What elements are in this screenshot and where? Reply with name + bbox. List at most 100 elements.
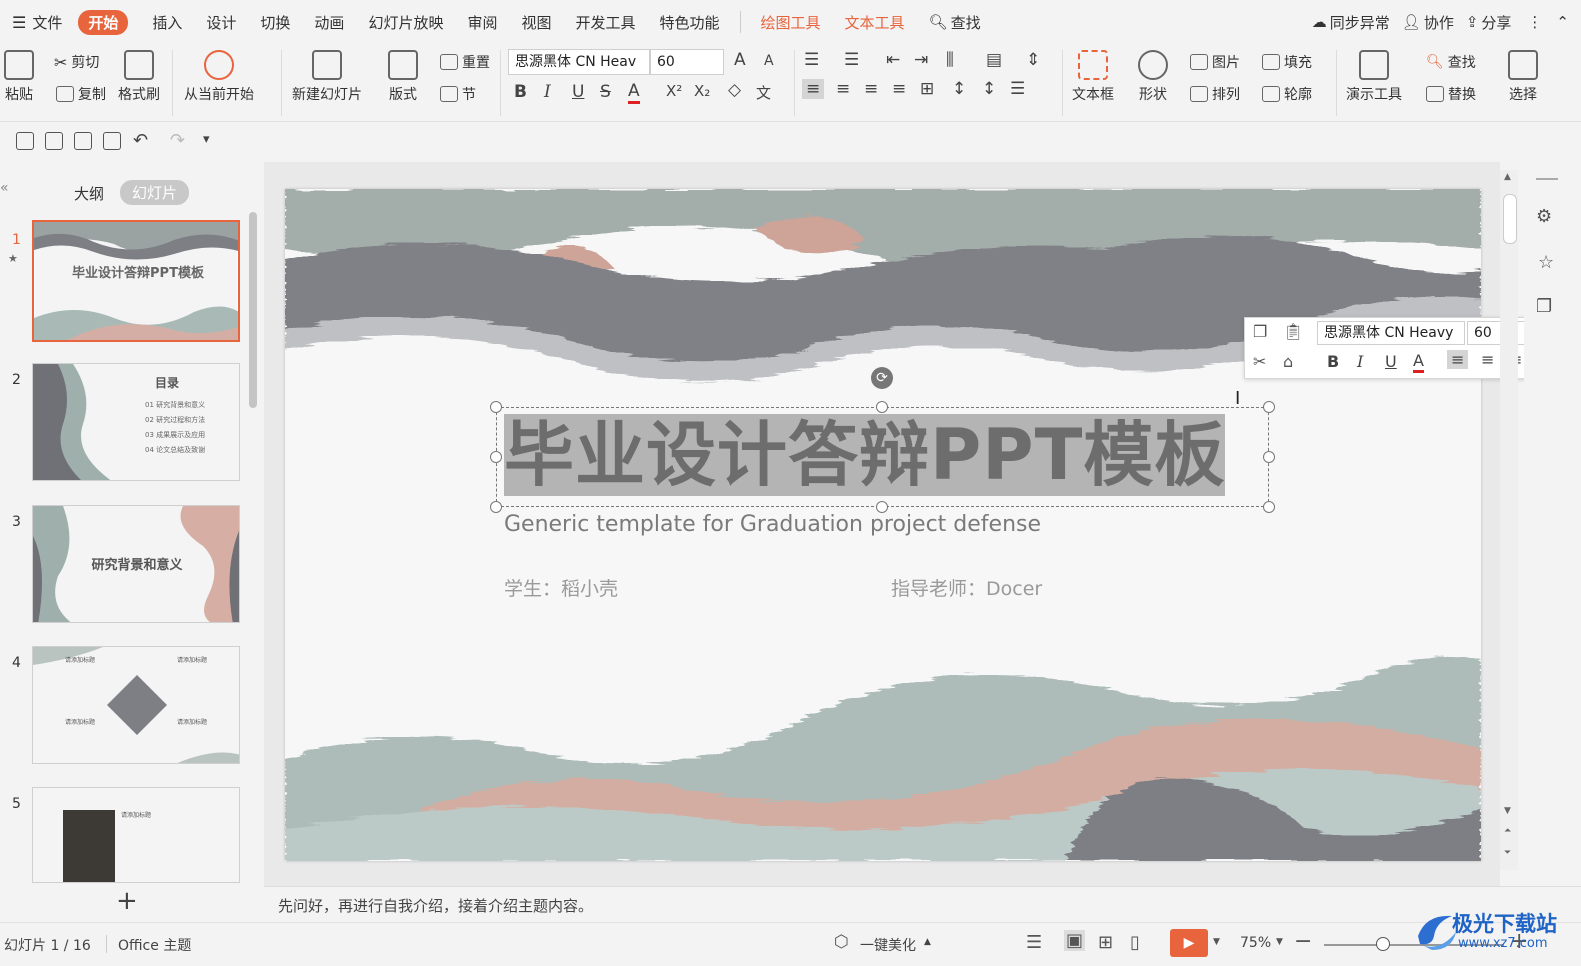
- tab-text-tools[interactable]: 文本工具: [833, 0, 917, 44]
- reset-button[interactable]: 重置: [440, 52, 490, 72]
- format-painter-icon[interactable]: ⌂: [1283, 352, 1293, 371]
- copy-button[interactable]: 复制: [56, 84, 106, 104]
- vertical-align-icon[interactable]: ⇕: [1026, 50, 1040, 70]
- notes-text[interactable]: 先问好，再进行自我介绍，接着介绍主题内容。: [278, 897, 593, 915]
- canvas-scrollbar-track[interactable]: [1500, 170, 1518, 870]
- more-options-button[interactable]: ⋮: [1517, 0, 1552, 44]
- shape-button[interactable]: 形状: [1138, 50, 1168, 104]
- pin-icon[interactable]: ☆: [1538, 252, 1554, 273]
- tab-home[interactable]: 开始: [66, 0, 140, 44]
- tab-slides[interactable]: 幻灯片: [120, 180, 190, 205]
- collab-button[interactable]: 👤︎ 协作: [1396, 0, 1460, 44]
- justify-icon[interactable]: ≡: [892, 79, 906, 99]
- hamburger-menu-button[interactable]: ☰ 文件: [0, 0, 66, 44]
- theme-name[interactable]: Office 主题: [118, 935, 191, 955]
- align-left-icon[interactable]: ≡: [1447, 350, 1469, 369]
- tab-transition[interactable]: 切换: [248, 0, 302, 44]
- paste-button[interactable]: 粘贴: [4, 50, 34, 104]
- para-spacing-icon[interactable]: ↕: [982, 79, 996, 99]
- font-name-select[interactable]: 思源黑体 CN Heav: [508, 49, 650, 75]
- canvas-scrollbar-thumb[interactable]: [1503, 194, 1517, 244]
- tab-animation[interactable]: 动画: [302, 0, 356, 44]
- normal-view-icon[interactable]: ▣: [1064, 930, 1086, 951]
- tab-insert[interactable]: 插入: [140, 0, 194, 44]
- slide-thumbnail-1[interactable]: 毕业设计答辩PPT模板: [32, 220, 240, 342]
- tab-drawing-tools[interactable]: 绘图工具: [749, 0, 833, 44]
- select-button[interactable]: 选择: [1508, 50, 1538, 104]
- zoom-level[interactable]: 75%: [1240, 935, 1271, 951]
- tab-developer[interactable]: 开发工具: [563, 0, 647, 44]
- present-tools-button[interactable]: 演示工具: [1346, 50, 1402, 104]
- zoom-dropdown-icon[interactable]: ▼: [1276, 937, 1283, 947]
- textbox-button[interactable]: 文本框: [1072, 50, 1114, 104]
- phonetic-icon[interactable]: 文: [756, 82, 771, 103]
- next-page-icon[interactable]: ⏷: [1504, 848, 1511, 858]
- picture-button[interactable]: 图片: [1190, 52, 1240, 72]
- customize-qat-icon[interactable]: ▾: [203, 132, 210, 147]
- add-slide-button[interactable]: +: [116, 886, 138, 916]
- slide-thumbnail-3[interactable]: 研究背景和意义: [32, 505, 240, 623]
- align-center-icon[interactable]: ≡: [1481, 350, 1494, 369]
- superscript-icon[interactable]: X²: [666, 82, 682, 100]
- slide-thumbnail-2[interactable]: 目录 01 研究背景和意义 02 研究过程和方法 03 成果展示及应用 04 论…: [32, 363, 240, 481]
- resize-handle[interactable]: [490, 501, 502, 513]
- tab-features[interactable]: 特色功能: [648, 0, 732, 44]
- reading-view-icon[interactable]: ▯: [1130, 932, 1140, 953]
- scroll-down-icon[interactable]: ▼: [1504, 806, 1511, 816]
- tab-review[interactable]: 审阅: [455, 0, 509, 44]
- redo-icon[interactable]: ↷: [170, 130, 185, 151]
- bullet-list-icon[interactable]: ☰: [804, 50, 819, 70]
- align-left-icon[interactable]: ≡: [802, 79, 825, 99]
- notes-pane[interactable]: 先问好，再进行自我介绍，接着介绍主题内容。: [264, 886, 1581, 922]
- clear-format-icon[interactable]: ◇: [728, 80, 741, 100]
- bold-icon[interactable]: B: [514, 82, 527, 102]
- resize-handle[interactable]: [1263, 501, 1275, 513]
- share-button[interactable]: ⇪ 分享: [1460, 0, 1518, 44]
- rotate-handle-icon[interactable]: ⟳: [871, 367, 893, 389]
- slide-advisor[interactable]: 指导老师：Docer: [891, 574, 1042, 601]
- bold-icon[interactable]: B: [1327, 352, 1339, 371]
- print-icon[interactable]: [74, 132, 92, 150]
- play-slideshow-button[interactable]: ▶: [1170, 929, 1208, 957]
- layout-button[interactable]: 版式: [388, 50, 418, 104]
- find-button[interactable]: 🔍︎ 查找: [1426, 52, 1476, 72]
- strikethrough-icon[interactable]: S: [600, 82, 611, 102]
- subscript-icon[interactable]: X₂: [694, 82, 710, 100]
- copy-icon[interactable]: ❐: [1253, 322, 1267, 341]
- zoom-slider-thumb[interactable]: [1376, 937, 1390, 951]
- distribute-icon[interactable]: ⊞: [920, 79, 934, 99]
- decrease-indent-icon[interactable]: ⇤: [886, 50, 900, 70]
- new-slide-button[interactable]: 新建幻灯片: [292, 50, 362, 104]
- italic-icon[interactable]: I: [1357, 352, 1363, 371]
- tab-design[interactable]: 设计: [194, 0, 248, 44]
- slide-subtitle[interactable]: Generic template for Graduation project …: [504, 512, 1041, 537]
- beautify-button[interactable]: 一键美化: [860, 935, 916, 955]
- numbered-list-icon[interactable]: ☰: [844, 50, 859, 70]
- slideshow-options-icon[interactable]: ▼: [1213, 937, 1220, 947]
- increase-font-icon[interactable]: A: [734, 50, 746, 70]
- italic-icon[interactable]: I: [544, 82, 551, 102]
- section-button[interactable]: 节: [440, 84, 476, 104]
- notes-toggle-icon[interactable]: ☰: [1026, 932, 1042, 953]
- export-icon[interactable]: [45, 132, 63, 150]
- zoom-out-icon[interactable]: −: [1294, 929, 1312, 954]
- increase-indent-icon[interactable]: ⇥: [914, 50, 928, 70]
- para-settings-icon[interactable]: ☰: [1010, 79, 1025, 99]
- sync-status-button[interactable]: ☁ 同步异常: [1306, 0, 1396, 44]
- fill-button[interactable]: 填充: [1262, 52, 1312, 72]
- print-preview-icon[interactable]: [103, 132, 121, 150]
- font-color-icon[interactable]: A: [628, 81, 640, 104]
- tab-outline[interactable]: 大纲: [74, 183, 104, 204]
- collapse-ribbon-button[interactable]: ⌃: [1552, 0, 1581, 44]
- tab-view[interactable]: 视图: [509, 0, 563, 44]
- columns-icon[interactable]: ▤: [986, 50, 1002, 70]
- resize-handle[interactable]: [876, 401, 888, 413]
- sorter-view-icon[interactable]: ⊞: [1098, 932, 1113, 953]
- cut-button[interactable]: ✂ 剪切: [54, 52, 99, 72]
- line-spacing-icon[interactable]: ↕: [952, 79, 966, 99]
- font-color-icon[interactable]: A: [1413, 351, 1424, 373]
- beautify-icon[interactable]: ⬡: [834, 932, 849, 952]
- settings-sliders-icon[interactable]: ⚙: [1536, 206, 1552, 227]
- prev-page-icon[interactable]: ⏶: [1504, 826, 1511, 836]
- text-direction-icon[interactable]: ⫼: [946, 50, 954, 70]
